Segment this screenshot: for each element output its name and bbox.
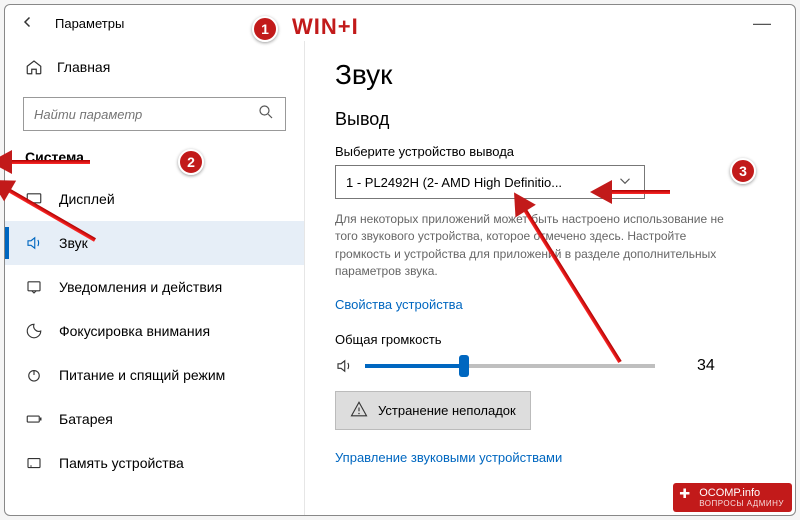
page-heading: Звук (335, 59, 765, 91)
body: Главная Система Дисплей Звук Уведомления… (5, 41, 795, 515)
nav-label: Звук (59, 235, 88, 251)
nav-notifications[interactable]: Уведомления и действия (5, 265, 304, 309)
back-button[interactable] (19, 13, 37, 34)
sidebar-section: Система (5, 149, 304, 165)
nav-power[interactable]: Питание и спящий режим (5, 353, 304, 397)
home-icon (25, 58, 43, 76)
nav-label: Уведомления и действия (59, 279, 222, 295)
volume-row: 34 (335, 357, 765, 375)
output-label: Выберите устройство вывода (335, 144, 765, 159)
titlebar: Параметры — (5, 5, 795, 41)
search-icon (257, 103, 275, 126)
output-device-select[interactable]: 1 - PL2492H (2- AMD High Definitio... (335, 165, 645, 199)
search-input[interactable] (23, 97, 286, 131)
output-heading: Вывод (335, 109, 765, 130)
slider-thumb[interactable] (459, 355, 469, 377)
chevron-down-icon (616, 172, 634, 193)
nav-sound[interactable]: Звук (5, 221, 304, 265)
power-icon (25, 366, 43, 384)
settings-window: Параметры — Главная Система Дисплей (4, 4, 796, 516)
arrow-left-icon (19, 13, 37, 31)
search-field[interactable] (34, 107, 257, 122)
nav-label: Батарея (59, 411, 113, 427)
window-title: Параметры (55, 16, 743, 31)
output-desc: Для некоторых приложений может быть наст… (335, 211, 735, 281)
sound-icon (25, 234, 43, 252)
volume-label: Общая громкость (335, 332, 765, 347)
nav-display[interactable]: Дисплей (5, 177, 304, 221)
volume-value: 34 (697, 357, 715, 375)
nav-focus[interactable]: Фокусировка внимания (5, 309, 304, 353)
warning-icon (350, 400, 368, 421)
volume-slider[interactable] (365, 364, 655, 368)
nav-home[interactable]: Главная (5, 47, 304, 87)
device-properties-link[interactable]: Свойства устройства (335, 297, 463, 312)
content: Звук Вывод Выберите устройство вывода 1 … (305, 41, 795, 515)
slider-fill (365, 364, 464, 368)
nav-label: Фокусировка внимания (59, 323, 210, 339)
nav-storage[interactable]: Память устройства (5, 441, 304, 485)
notification-icon (25, 278, 43, 296)
nav-label: Питание и спящий режим (59, 367, 225, 383)
nav-label: Память устройства (59, 455, 184, 471)
speaker-icon[interactable] (335, 357, 353, 375)
watermark: OCOMP.info ВОПРОСЫ АДМИНУ (673, 483, 792, 512)
focus-icon (25, 322, 43, 340)
nav-label: Дисплей (59, 191, 115, 207)
display-icon (25, 190, 43, 208)
watermark-site: OCOMP.info (699, 487, 760, 499)
watermark-sub: ВОПРОСЫ АДМИНУ (699, 499, 784, 508)
battery-icon (25, 410, 43, 428)
sidebar: Главная Система Дисплей Звук Уведомления… (5, 41, 305, 515)
troubleshoot-button[interactable]: Устранение неполадок (335, 391, 531, 430)
manage-devices-link[interactable]: Управление звуковыми устройствами (335, 450, 562, 465)
troubleshoot-label: Устранение неполадок (378, 403, 516, 418)
output-device-value: 1 - PL2492H (2- AMD High Definitio... (346, 175, 562, 190)
nav-home-label: Главная (57, 59, 110, 75)
minimize-button[interactable]: — (743, 13, 781, 34)
storage-icon (25, 454, 43, 472)
nav-battery[interactable]: Батарея (5, 397, 304, 441)
